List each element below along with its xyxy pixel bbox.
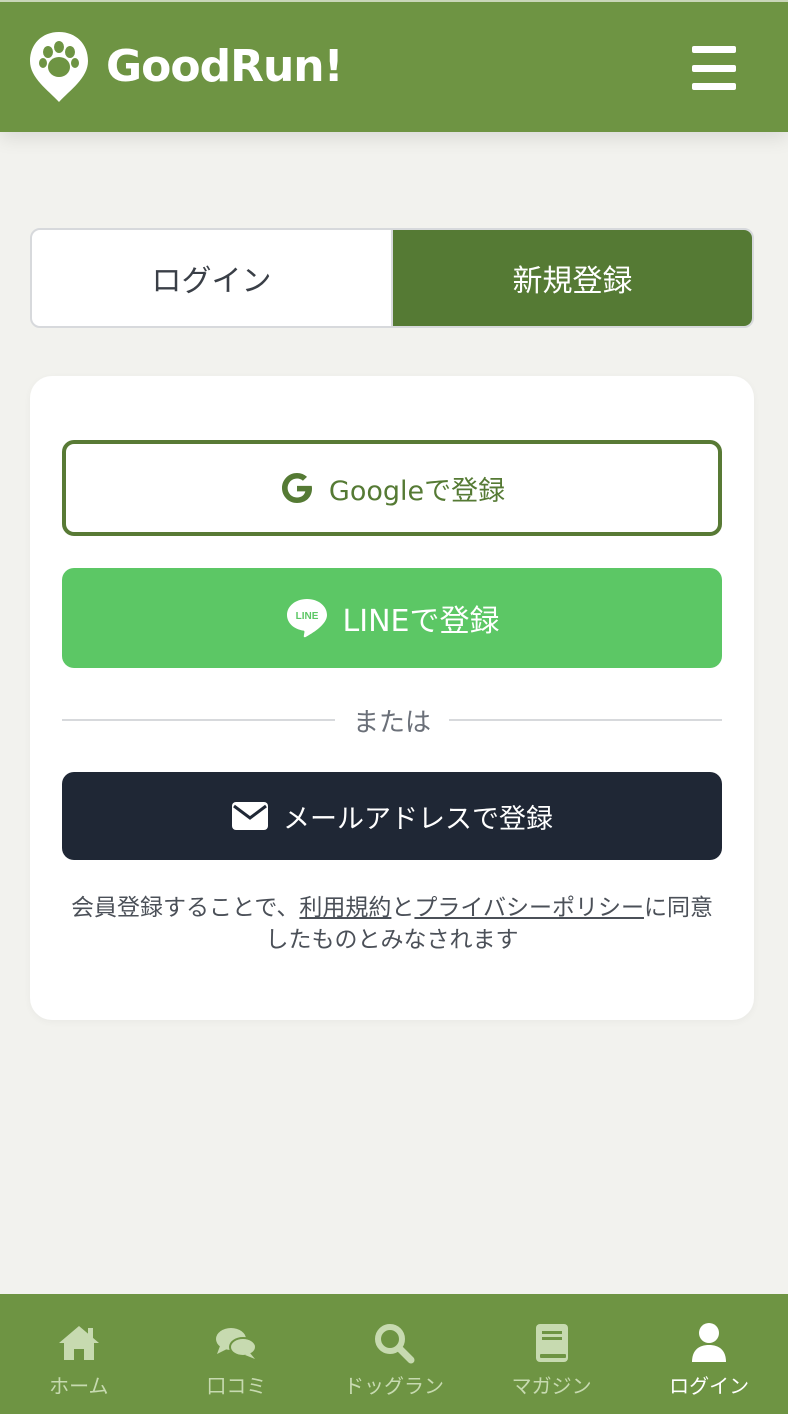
search-icon [373, 1322, 415, 1364]
nav-item-dogrun[interactable]: ドッグラン [315, 1294, 473, 1414]
google-signup-button[interactable]: Googleで登録 [62, 440, 722, 536]
app-header: GoodRun! [0, 0, 788, 132]
bottom-nav: ホーム 口コミ ドッグラン マガジン ログイン [0, 1294, 788, 1414]
brand-logo[interactable]: GoodRun! [28, 30, 344, 104]
hamburger-icon [692, 46, 736, 53]
email-signup-button[interactable]: メールアドレスで登録 [62, 772, 722, 860]
tab-signup[interactable]: 新規登録 [391, 230, 752, 326]
home-icon [57, 1322, 101, 1364]
email-signup-label: メールアドレスで登録 [283, 803, 553, 835]
nav-item-magazine[interactable]: マガジン [473, 1294, 631, 1414]
envelope-icon [231, 801, 269, 831]
signup-card: Googleで登録 LINE LINEで登録 または メールアドレスで登録 会員… [30, 376, 754, 1020]
svg-text:LINE: LINE [295, 611, 318, 622]
google-signup-label: Googleで登録 [328, 475, 506, 507]
divider-label: または [353, 707, 432, 738]
auth-tabs: ログイン 新規登録 [30, 228, 754, 328]
paw-pin-icon [30, 32, 88, 102]
google-icon [279, 470, 315, 506]
line-signup-button[interactable]: LINE LINEで登録 [62, 568, 722, 668]
privacy-policy-link[interactable]: プライバシーポリシー [414, 895, 644, 921]
line-icon: LINE [285, 597, 329, 639]
menu-button[interactable] [688, 46, 740, 90]
terms-link[interactable]: 利用規約 [299, 895, 391, 921]
user-icon [690, 1322, 728, 1364]
terms-notice: 会員登録することで、利用規約とプライバシーポリシーに同意したものとみなされます [71, 895, 713, 953]
nav-item-login[interactable]: ログイン [630, 1294, 788, 1414]
tab-login[interactable]: ログイン [32, 230, 391, 326]
line-signup-label: LINEで登録 [342, 604, 500, 639]
page: GoodRun! ログイン 新規登録 Googleで登録 LINE LINEで登… [0, 0, 788, 1414]
nav-item-home[interactable]: ホーム [0, 1294, 158, 1414]
comments-icon [214, 1322, 258, 1364]
brand-name: GoodRun! [106, 41, 344, 92]
book-icon [534, 1322, 570, 1364]
or-divider: または [62, 700, 723, 740]
nav-item-reviews[interactable]: 口コミ [158, 1294, 316, 1414]
